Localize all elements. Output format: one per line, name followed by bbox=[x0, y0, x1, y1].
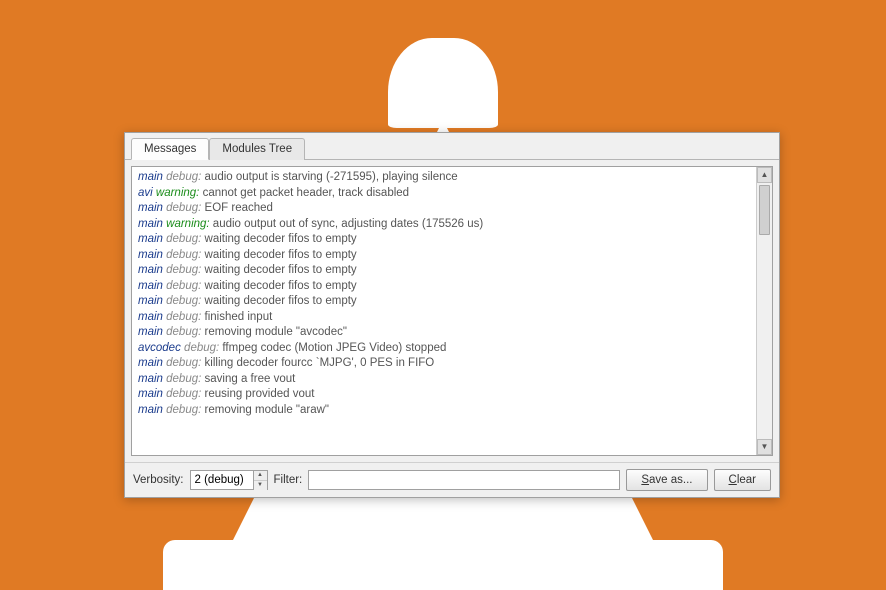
log-level: debug: bbox=[166, 311, 201, 323]
log-line: main debug: saving a free vout bbox=[138, 372, 750, 388]
vlc-cone-top bbox=[388, 38, 498, 128]
log-line: main debug: waiting decoder fifos to emp… bbox=[138, 279, 750, 295]
log-line: main debug: audio output is starving (-2… bbox=[138, 170, 750, 186]
log-text: killing decoder fourcc `MJPG', 0 PES in … bbox=[201, 357, 434, 369]
log-module: main bbox=[138, 311, 163, 323]
messages-window: Messages Modules Tree main debug: audio … bbox=[124, 132, 780, 498]
log-line: main debug: waiting decoder fifos to emp… bbox=[138, 248, 750, 264]
log-module: main bbox=[138, 218, 163, 230]
scrollbar[interactable]: ▲ ▼ bbox=[756, 167, 772, 455]
log-level: debug: bbox=[166, 295, 201, 307]
log-level: debug: bbox=[166, 357, 201, 369]
log-line: avcodec debug: ffmpeg codec (Motion JPEG… bbox=[138, 341, 750, 357]
log-text: removing module "avcodec" bbox=[201, 326, 347, 338]
log-text: audio output is starving (-271595), play… bbox=[201, 171, 457, 183]
log-level: debug: bbox=[166, 326, 201, 338]
log-panel: main debug: audio output is starving (-2… bbox=[131, 166, 773, 456]
log-level: debug: bbox=[166, 373, 201, 385]
log-text: EOF reached bbox=[201, 202, 273, 214]
verbosity-label: Verbosity: bbox=[133, 474, 184, 486]
log-level: debug: bbox=[166, 171, 201, 183]
log-level: debug: bbox=[166, 264, 201, 276]
log-module: main bbox=[138, 280, 163, 292]
vlc-cone-base bbox=[163, 540, 723, 590]
log-text: audio output out of sync, adjusting date… bbox=[210, 218, 484, 230]
save-as-button[interactable]: Save as... bbox=[626, 469, 707, 491]
log-text: cannot get packet header, track disabled bbox=[199, 187, 409, 199]
log-module: main bbox=[138, 233, 163, 245]
log-level: debug: bbox=[166, 249, 201, 261]
log-module: main bbox=[138, 171, 163, 183]
log-level: debug: bbox=[166, 202, 201, 214]
log-line: main debug: EOF reached bbox=[138, 201, 750, 217]
log-module: main bbox=[138, 249, 163, 261]
log-level: warning: bbox=[166, 218, 209, 230]
log-line: main debug: killing decoder fourcc `MJPG… bbox=[138, 356, 750, 372]
log-module: main bbox=[138, 264, 163, 276]
log-line: avi warning: cannot get packet header, t… bbox=[138, 186, 750, 202]
log-level: debug: bbox=[166, 404, 201, 416]
tab-modules-tree[interactable]: Modules Tree bbox=[209, 138, 305, 160]
verbosity-spinner[interactable]: ▲ ▼ bbox=[190, 470, 268, 490]
log-line: main debug: waiting decoder fifos to emp… bbox=[138, 294, 750, 310]
bottom-bar: Verbosity: ▲ ▼ Filter: Save as... Clear bbox=[125, 462, 779, 497]
log-text: removing module "araw" bbox=[201, 404, 329, 416]
log-level: debug: bbox=[166, 388, 201, 400]
log-module: main bbox=[138, 326, 163, 338]
log-module: avi bbox=[138, 187, 153, 199]
log-level: debug: bbox=[166, 280, 201, 292]
log-line: main debug: reusing provided vout bbox=[138, 387, 750, 403]
log-module: main bbox=[138, 373, 163, 385]
log-line: main debug: waiting decoder fifos to emp… bbox=[138, 232, 750, 248]
log-text: waiting decoder fifos to empty bbox=[201, 295, 356, 307]
log-text: waiting decoder fifos to empty bbox=[201, 233, 356, 245]
clear-button[interactable]: Clear bbox=[714, 469, 772, 491]
log-line: main debug: removing module "araw" bbox=[138, 403, 750, 419]
log-level: warning: bbox=[156, 187, 199, 199]
spinner-buttons: ▲ ▼ bbox=[253, 471, 267, 489]
verbosity-input[interactable] bbox=[191, 471, 253, 489]
tab-messages[interactable]: Messages bbox=[131, 138, 209, 160]
scroll-up-button[interactable]: ▲ bbox=[757, 167, 772, 183]
log-text: finished input bbox=[201, 311, 272, 323]
filter-input[interactable] bbox=[308, 470, 620, 490]
scroll-thumb[interactable] bbox=[759, 185, 770, 235]
spinner-down-icon[interactable]: ▼ bbox=[254, 481, 267, 490]
log-text: waiting decoder fifos to empty bbox=[201, 264, 356, 276]
log-line: main debug: waiting decoder fifos to emp… bbox=[138, 263, 750, 279]
log-text: ffmpeg codec (Motion JPEG Video) stopped bbox=[219, 342, 446, 354]
log-text: reusing provided vout bbox=[201, 388, 314, 400]
tab-bar: Messages Modules Tree bbox=[125, 133, 779, 160]
log-module: main bbox=[138, 295, 163, 307]
filter-label: Filter: bbox=[274, 474, 303, 486]
log-level: debug: bbox=[166, 233, 201, 245]
log-text: waiting decoder fifos to empty bbox=[201, 249, 356, 261]
log-line: main debug: removing module "avcodec" bbox=[138, 325, 750, 341]
log-output[interactable]: main debug: audio output is starving (-2… bbox=[132, 167, 756, 455]
log-text: saving a free vout bbox=[201, 373, 295, 385]
log-module: main bbox=[138, 202, 163, 214]
scroll-down-button[interactable]: ▼ bbox=[757, 439, 772, 455]
log-line: main debug: finished input bbox=[138, 310, 750, 326]
log-module: main bbox=[138, 388, 163, 400]
log-line: main warning: audio output out of sync, … bbox=[138, 217, 750, 233]
log-module: avcodec bbox=[138, 342, 181, 354]
log-module: main bbox=[138, 404, 163, 416]
spinner-up-icon[interactable]: ▲ bbox=[254, 471, 267, 481]
log-level: debug: bbox=[184, 342, 219, 354]
log-text: waiting decoder fifos to empty bbox=[201, 280, 356, 292]
log-module: main bbox=[138, 357, 163, 369]
